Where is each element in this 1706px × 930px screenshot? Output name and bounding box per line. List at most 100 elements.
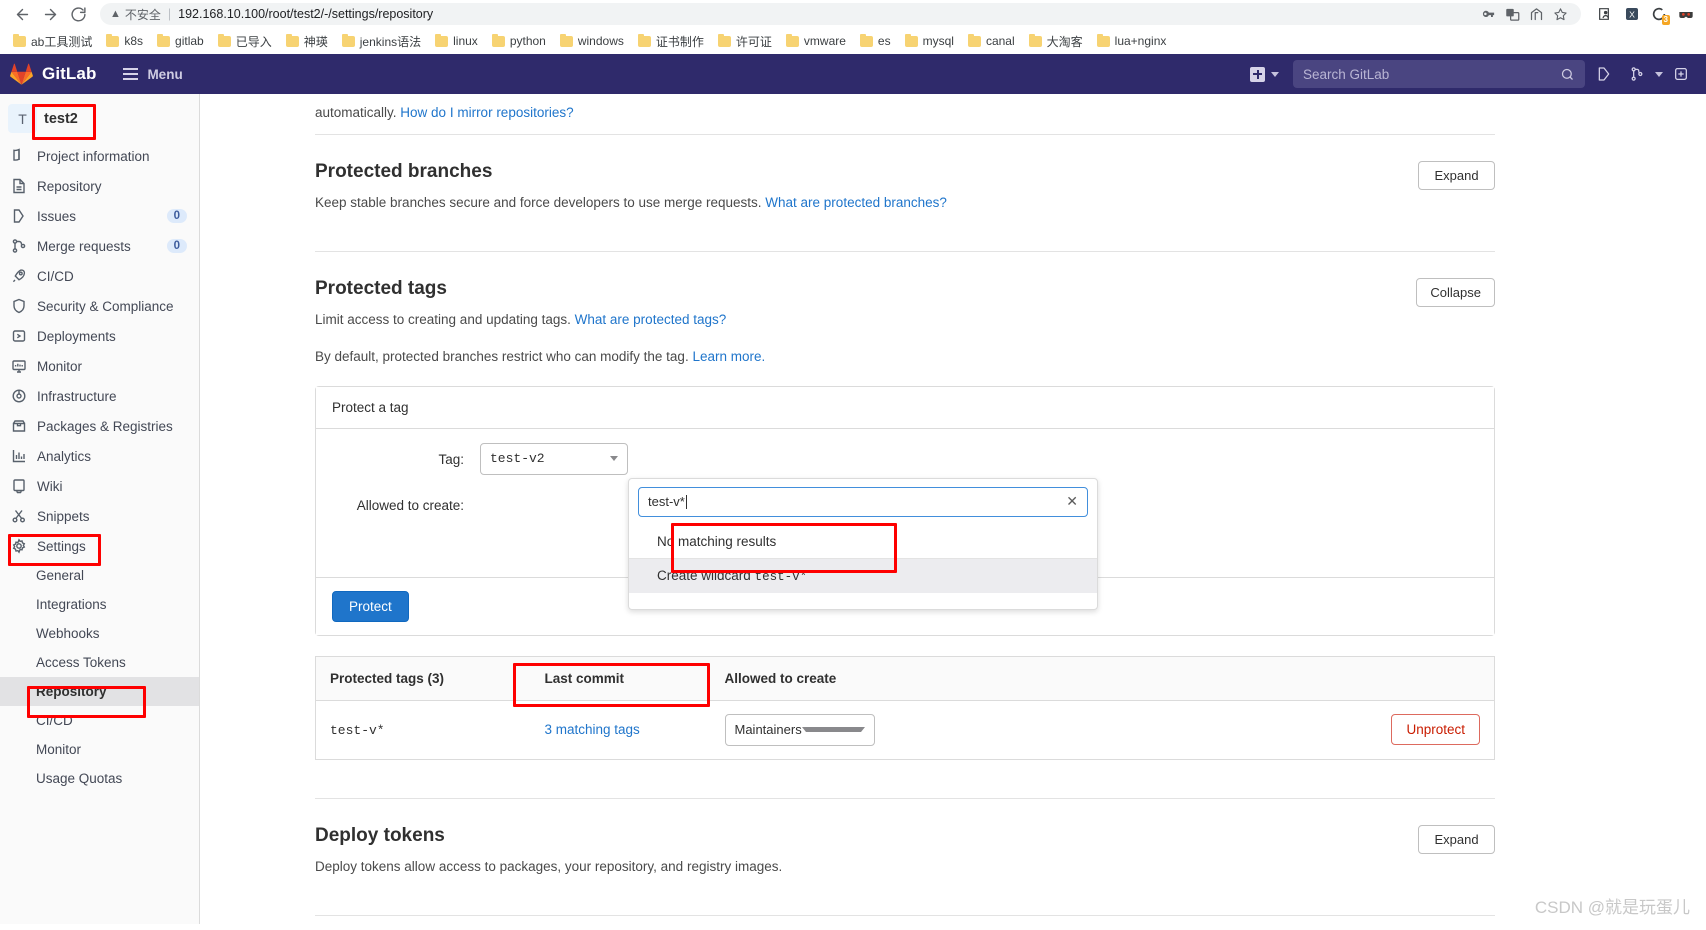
sidebar-item-merge-requests[interactable]: Merge requests 0	[0, 231, 199, 261]
share-icon[interactable]	[1525, 4, 1547, 24]
bookmark-item[interactable]: linux	[429, 32, 484, 50]
col-allowed-to-create: Allowed to create	[710, 656, 1335, 701]
x-extension-icon[interactable]: X	[1620, 3, 1644, 25]
protected-branches-expand-button[interactable]: Expand	[1418, 161, 1495, 190]
bookmark-item[interactable]: jenkins语法	[336, 31, 427, 52]
back-arrow-icon[interactable]	[8, 2, 36, 26]
issues-icon[interactable]	[1589, 59, 1619, 89]
matching-tags-link[interactable]: 3 matching tags	[545, 722, 640, 737]
bookmark-item[interactable]: 神瑛	[280, 31, 334, 52]
protected-tags-desc: Limit access to creating and updating ta…	[315, 310, 1392, 330]
bookmark-item[interactable]: mysql	[899, 32, 960, 50]
tag-select[interactable]: test-v2	[480, 442, 628, 475]
loading-extension-icon[interactable]: 3	[1647, 3, 1671, 25]
todos-icon[interactable]	[1666, 59, 1696, 89]
sidebar-subitem-usage-quotas[interactable]: Usage Quotas	[0, 764, 199, 793]
deploy-tokens-expand-button[interactable]: Expand	[1418, 824, 1495, 854]
search-input[interactable]: Search GitLab	[1293, 60, 1585, 88]
bookmark-item[interactable]: es	[854, 32, 897, 50]
project-sidebar: T test2 Project information Repository I…	[0, 94, 200, 924]
protect-button[interactable]: Protect	[332, 590, 409, 622]
tag-search-input[interactable]: test-v* ✕	[638, 486, 1088, 517]
mirror-help-link[interactable]: How do I mirror repositories?	[400, 105, 573, 120]
protected-tags-desc-text: Limit access to creating and updating ta…	[315, 312, 575, 328]
sidebar-item-repository[interactable]: Repository	[0, 171, 199, 201]
bookmark-item[interactable]: 许可证	[712, 31, 778, 52]
bookmark-item[interactable]: canal	[962, 32, 1021, 50]
bookmark-label: windows	[577, 34, 624, 48]
sidebar-subitem-access-tokens[interactable]: Access Tokens	[0, 648, 199, 677]
allowed-to-create-select[interactable]: Maintainers	[724, 713, 875, 746]
tag-dropdown-panel[interactable]: test-v* ✕ No matching results Create wil…	[628, 477, 1098, 610]
cell-allowed-to-create: Maintainers	[711, 700, 1335, 759]
bookmark-item[interactable]: 已导入	[212, 31, 278, 52]
key-icon[interactable]	[1477, 4, 1499, 24]
bookmark-item[interactable]: ab工具测试	[7, 31, 98, 52]
bookmark-star-icon[interactable]	[1549, 4, 1571, 24]
sidebar-subitem-general[interactable]: General	[0, 561, 199, 590]
forward-arrow-icon[interactable]	[36, 2, 64, 26]
gitlab-logo-group[interactable]: GitLab	[10, 63, 96, 85]
bookmark-item[interactable]: vmware	[780, 32, 852, 50]
unprotect-button[interactable]: Unprotect	[1391, 714, 1480, 745]
reload-icon[interactable]	[64, 2, 92, 26]
bookmark-label: es	[877, 34, 891, 48]
sidebar-project-header[interactable]: T test2	[0, 94, 199, 141]
col-actions	[1334, 656, 1495, 701]
bookmark-item[interactable]: gitlab	[151, 32, 210, 50]
table-header-row: Protected tags (3) Last commit Allowed t…	[315, 656, 1495, 701]
protected-tags-collapse-button[interactable]: Collapse	[1416, 278, 1495, 308]
merge-requests-icon	[10, 238, 27, 255]
sidebar-subitem-monitor[interactable]: Monitor	[0, 735, 199, 764]
bookmark-item[interactable]: 大淘客	[1023, 31, 1089, 52]
sidebar-item-deployments[interactable]: Deployments	[0, 321, 199, 351]
deploy-tokens-desc: Deploy tokens allow access to packages, …	[315, 858, 783, 874]
sidebar-item-settings[interactable]: Settings	[0, 531, 199, 561]
bookmark-label: ab工具测试	[31, 34, 93, 49]
sidebar-item-infrastructure[interactable]: Infrastructure	[0, 381, 199, 411]
browser-toolbar: ▲ 不安全 | 192.168.10.100/root/test2/-/sett…	[0, 0, 1706, 28]
tag-name-value: test-v*	[330, 722, 385, 738]
protected-tags-help-link[interactable]: What are protected tags?	[575, 312, 727, 327]
sidebar-item-issues[interactable]: Issues 0	[0, 201, 199, 231]
translate-icon[interactable]	[1501, 4, 1523, 24]
omnibox-separator: |	[167, 7, 172, 21]
bookmark-item[interactable]: lua+nginx	[1091, 32, 1173, 50]
sidebar-item-security-compliance[interactable]: Security & Compliance	[0, 291, 199, 321]
col-protected-tags: Protected tags (3)	[315, 656, 531, 701]
sidebar-item-ci-cd[interactable]: CI/CD	[0, 261, 199, 291]
deployments-icon	[10, 328, 27, 345]
sidebar-subitem-webhooks[interactable]: Webhooks	[0, 619, 199, 648]
snippet-icon	[10, 508, 27, 525]
topnav-right-group: Search GitLab	[1245, 59, 1696, 89]
security-warning-chip[interactable]: ▲ 不安全	[110, 6, 161, 23]
profile-icon[interactable]	[1593, 3, 1617, 25]
folder-icon	[491, 33, 505, 47]
sidebar-subitem-label: Monitor	[36, 742, 82, 757]
new-dropdown-icon[interactable]	[1245, 63, 1284, 86]
merge-requests-icon[interactable]	[1622, 59, 1652, 89]
sidebar-item-packages-registries[interactable]: Packages & Registries	[0, 411, 199, 441]
chevron-down-icon[interactable]	[1655, 71, 1663, 77]
main-menu-button[interactable]: Menu	[123, 67, 183, 82]
sidebar-item-wiki[interactable]: Wiki	[0, 471, 199, 501]
protected-branches-help-link[interactable]: What are protected branches?	[765, 195, 947, 210]
bookmark-item[interactable]: windows	[554, 32, 630, 50]
bookmark-item[interactable]: 证书制作	[632, 31, 710, 52]
sidebar-subitem-ci-cd[interactable]: CI/CD	[0, 706, 199, 735]
bookmark-label: 大淘客	[1046, 34, 1083, 49]
sidebar-subitem-repository[interactable]: Repository	[0, 677, 199, 706]
dropdown-create-wildcard-option[interactable]: Create wildcard test-v*	[629, 558, 1097, 593]
bookmark-item[interactable]: python	[486, 32, 552, 50]
sidebar-item-project-information[interactable]: Project information	[0, 141, 199, 171]
learn-more-link[interactable]: Learn more.	[692, 349, 765, 364]
address-bar[interactable]: ▲ 不安全 | 192.168.10.100/root/test2/-/sett…	[100, 3, 1581, 25]
close-icon[interactable]: ✕	[1058, 493, 1078, 510]
sidebar-item-monitor[interactable]: Monitor	[0, 351, 199, 381]
sidebar-item-snippets[interactable]: Snippets	[0, 501, 199, 531]
sidebar-subitem-integrations[interactable]: Integrations	[0, 590, 199, 619]
bookmark-item[interactable]: k8s	[100, 32, 149, 50]
sidebar-item-analytics[interactable]: Analytics	[0, 441, 199, 471]
csdn-watermark: CSDN @就是玩蛋儿	[1534, 898, 1690, 917]
mask-extension-icon[interactable]	[1674, 3, 1698, 25]
